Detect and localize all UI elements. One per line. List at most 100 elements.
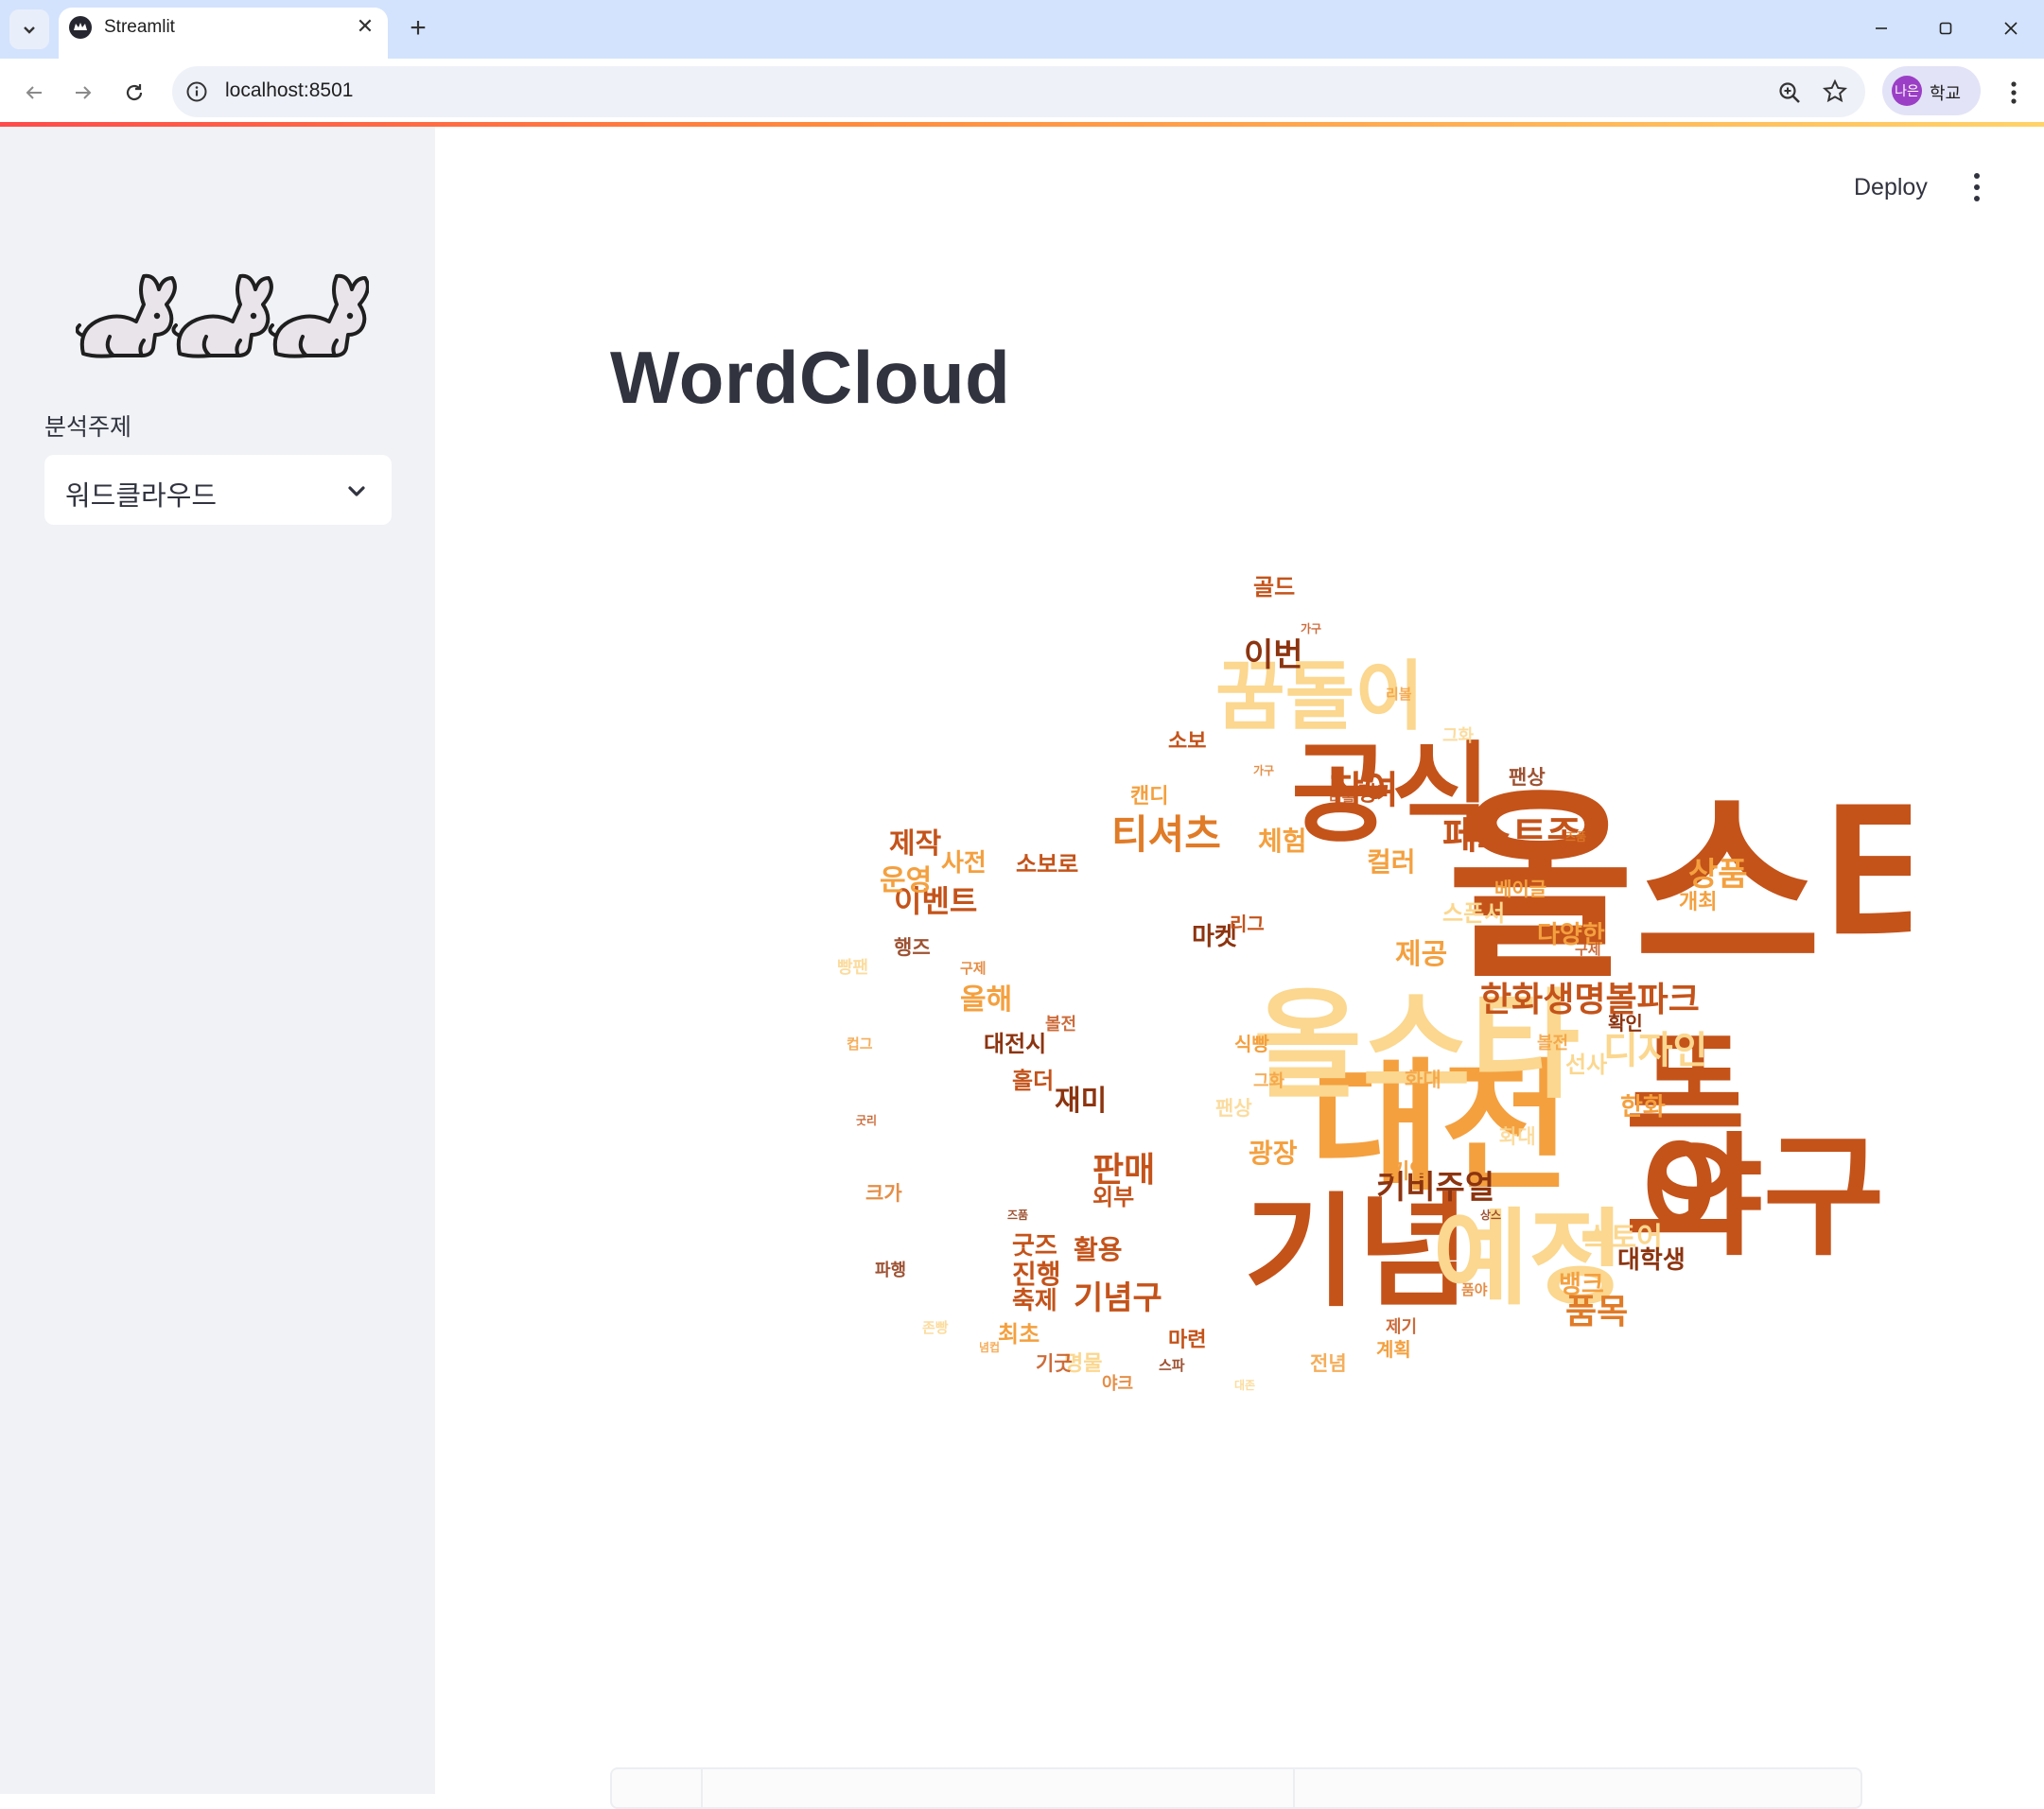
wordcloud-word: 품야 <box>1461 1281 1488 1298</box>
wordcloud-word: 마련 <box>1168 1329 1206 1352</box>
minimize-icon <box>1876 27 1887 29</box>
wordcloud-word: 크가 <box>865 1182 902 1205</box>
wordcloud-word: 상스 <box>1480 1208 1501 1222</box>
wordcloud-word: 상품 <box>1688 856 1748 894</box>
wordcloud-word: 스파 <box>1159 1357 1185 1374</box>
wordcloud-word: 즈품 <box>1007 1209 1028 1222</box>
wordcloud-word: 광장 <box>1249 1138 1298 1169</box>
wordcloud-word: 한화 <box>1620 1093 1666 1122</box>
wordcloud-word: 올해 <box>960 983 1012 1017</box>
wordcloud-word: 스폰서 <box>1442 900 1505 927</box>
bookmark-star-icon[interactable] <box>1822 78 1848 105</box>
wordcloud-word: 제작 <box>889 827 942 861</box>
info-icon[interactable] <box>185 80 208 103</box>
arrow-right-icon <box>76 86 92 99</box>
forward-button[interactable] <box>64 74 102 112</box>
select-value: 워드클라우드 <box>65 481 218 512</box>
wordcloud-word: 구제 <box>960 960 987 977</box>
back-button[interactable] <box>15 74 53 112</box>
tab-search-button[interactable] <box>9 9 49 49</box>
minimize-button[interactable] <box>1860 11 1903 45</box>
wordcloud-word: 컵그 <box>847 1035 873 1052</box>
wordcloud-word: 기굿 <box>1036 1352 1073 1375</box>
wordcloud-word: 구제 <box>1575 941 1601 958</box>
wordcloud-word: 경기 <box>1357 783 1395 807</box>
wordcloud-word: 재미 <box>1055 1085 1107 1118</box>
wordcloud-word: 소보로 <box>1016 851 1078 878</box>
topic-select[interactable]: 워드클라우드 <box>44 455 392 525</box>
wordcloud-word: 대전시 <box>984 1031 1046 1057</box>
wordcloud-word: 볼전 <box>1045 1015 1076 1035</box>
browser-tab-strip: Streamlit ✕ + <box>0 0 2044 59</box>
page-title: WordCloud <box>610 336 1011 419</box>
wordcloud-word: 컬러 <box>1367 846 1416 878</box>
sidebar: 분석주제 워드클라우드 <box>0 127 435 1794</box>
address-bar[interactable]: localhost:8501 <box>172 66 1865 117</box>
wordcloud-word: 티셔츠 <box>1111 811 1221 858</box>
maximize-icon <box>1939 22 1952 35</box>
browser-menu-button[interactable] <box>2000 74 2028 112</box>
wordcloud-word: 체험 <box>1258 826 1307 857</box>
wordcloud-word: 행즈 <box>894 936 931 959</box>
wordcloud-word: 축제 <box>1012 1287 1057 1315</box>
wordcloud-word: 홀더 <box>1012 1068 1054 1094</box>
wordcloud-word: 파행 <box>875 1261 906 1280</box>
profile-name: 학교 <box>1930 84 1962 103</box>
reload-button[interactable] <box>115 74 153 112</box>
close-icon <box>2004 22 2018 35</box>
wordcloud-word: 대존 <box>1234 1379 1255 1392</box>
profile-button[interactable]: 나은 학교 <box>1882 66 1981 115</box>
wordcloud-word: 선사 <box>1565 1052 1607 1078</box>
wordcloud-word: 외부 <box>1092 1184 1134 1210</box>
arrow-left-icon <box>26 86 42 99</box>
close-tab-icon[interactable]: ✕ <box>352 13 378 40</box>
wordcloud-word: 확인 <box>1608 1012 1643 1035</box>
wordcloud-word: 전념 <box>1310 1352 1347 1375</box>
wordcloud-word: 한화생명볼파크 <box>1480 981 1700 1019</box>
wordcloud-word: 야크 <box>1102 1374 1133 1394</box>
main-content: Deploy WordCloud 올스타전대전공식베어야구올스타기념예정꿈돌이티… <box>435 127 2044 1809</box>
wordcloud-word: 식빵 <box>1234 1033 1269 1055</box>
wordcloud-word: 대학생 <box>1617 1246 1686 1275</box>
reload-icon <box>126 84 143 101</box>
wordcloud-word: 페스트존 <box>1442 814 1581 858</box>
zoom-icon[interactable] <box>1776 79 1803 106</box>
wordcloud-word: 팬상 <box>1509 766 1546 789</box>
wordcloud-word: 볼전 <box>1537 1034 1568 1053</box>
wordcloud-word: 사전 <box>941 849 987 878</box>
wordcloud-word: 소보 <box>1168 730 1206 754</box>
wordcloud-word: 베이글 <box>1494 878 1546 900</box>
deploy-button[interactable]: Deploy <box>1854 174 1928 201</box>
wordcloud-word: 골드 <box>1253 574 1295 600</box>
wordcloud-word: 제기 <box>1386 1317 1417 1337</box>
wordcloud-word: 굿리 <box>856 1113 877 1127</box>
wordcloud-word: 그화 <box>1253 1071 1285 1091</box>
wordcloud-word: 활용 <box>1074 1234 1123 1265</box>
wordcloud-word: 운영 <box>880 864 932 897</box>
wordcloud-word: 빵팬 <box>837 958 868 978</box>
wordcloud-word: 리그 <box>1230 913 1265 935</box>
tab-title: Streamlit <box>104 17 175 37</box>
wordcloud-word: 화대 <box>1499 1125 1536 1148</box>
browser-toolbar: localhost:8501 나은 학교 <box>0 59 2044 125</box>
more-vertical-icon[interactable] <box>1967 168 1986 206</box>
wordcloud-word: 개최 <box>1679 891 1717 914</box>
select-label: 분석주제 <box>44 414 132 441</box>
wordcloud-word: 그화 <box>1442 726 1475 746</box>
new-tab-button[interactable]: + <box>401 11 435 45</box>
maximize-button[interactable] <box>1924 11 1967 45</box>
wordcloud-word: 캔디 <box>1130 785 1168 809</box>
wordcloud-word: 념컵 <box>979 1340 1000 1354</box>
wordcloud-word: 존빵 <box>922 1319 949 1336</box>
chevron-down-icon[interactable] <box>343 478 370 504</box>
more-vertical-icon <box>2011 81 2017 104</box>
wordcloud-word: 제공 <box>1395 938 1447 971</box>
close-window-button[interactable] <box>1989 11 2033 45</box>
wordcloud-word: 기업 <box>1390 1160 1428 1184</box>
dataframe-top-edge <box>610 1767 1862 1809</box>
wordcloud-word: 이번 <box>1244 636 1303 674</box>
wordcloud-word: 팬상 <box>1215 1097 1252 1120</box>
wordcloud-word: 진행 <box>1012 1259 1061 1290</box>
url-text[interactable]: localhost:8501 <box>225 79 353 102</box>
wordcloud-word: 계획 <box>1376 1338 1411 1361</box>
